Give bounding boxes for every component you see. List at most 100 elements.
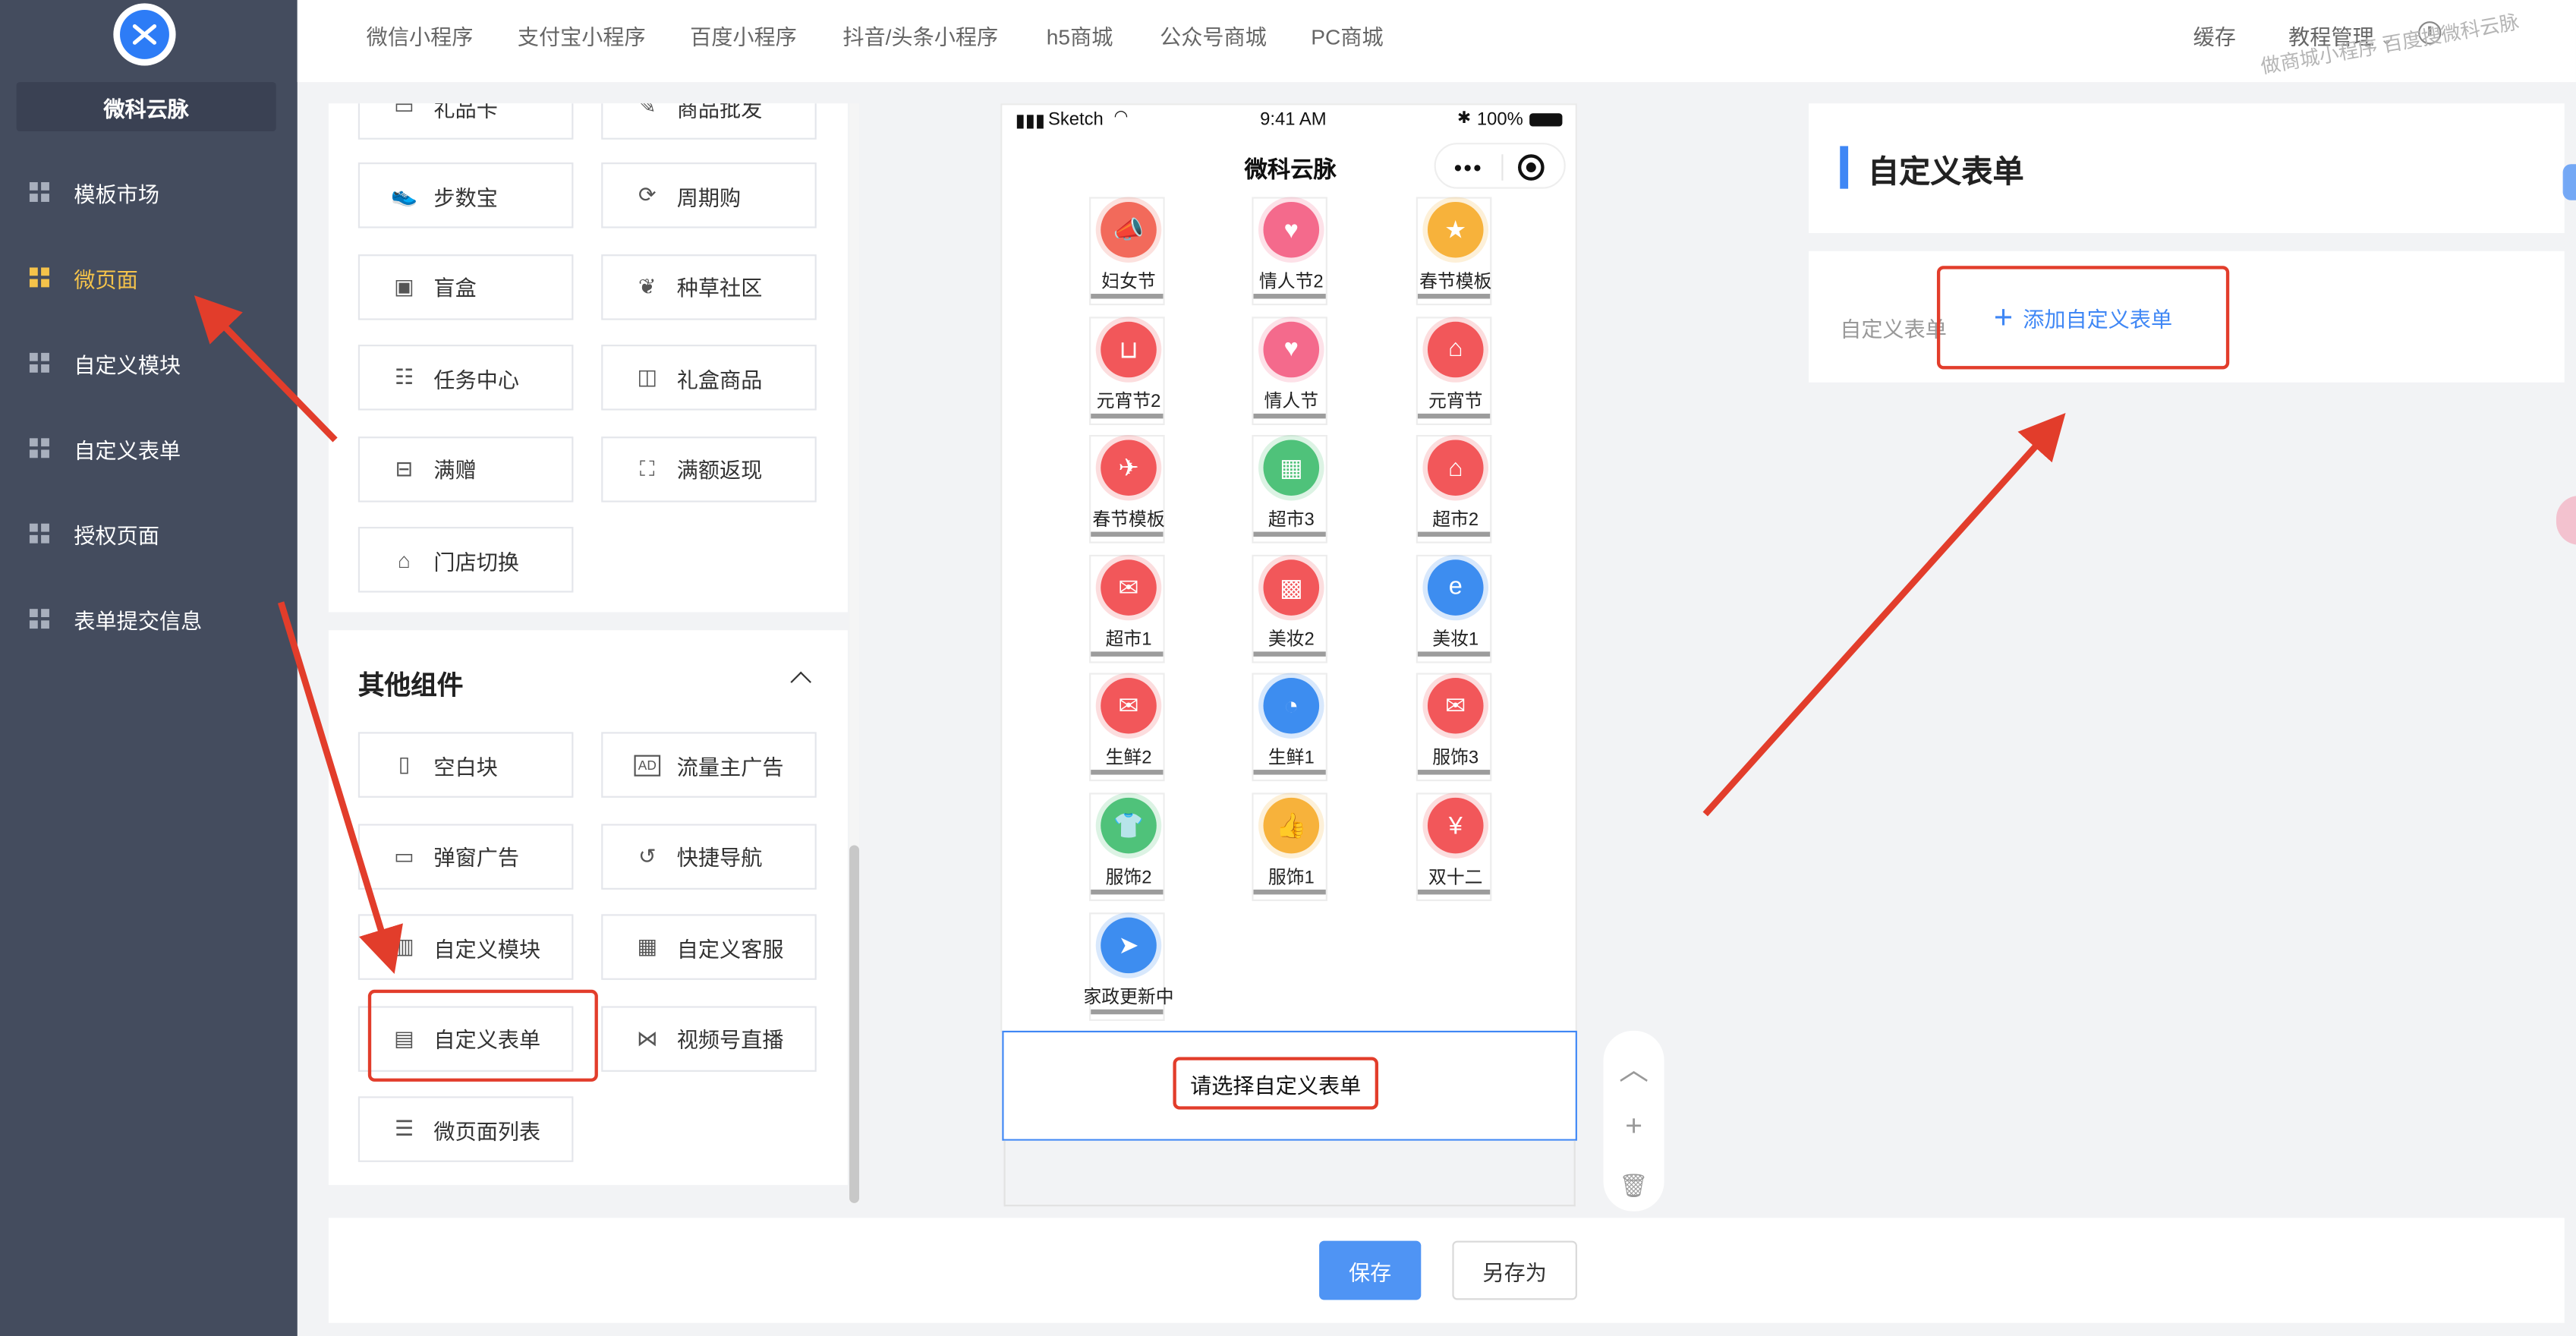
component-label: 礼盒商品: [676, 367, 763, 392]
template-underline: [1091, 531, 1164, 537]
template-card[interactable]: 📣 妇女节: [1089, 197, 1165, 306]
component-panel-other-1[interactable]: AD 流量主广告: [601, 732, 817, 798]
right-edge-float-button[interactable]: [2556, 495, 2576, 545]
template-label: 家政更新中: [1083, 987, 1174, 1007]
add-custom-form-label: 添加自定义表单: [2023, 307, 2173, 332]
component-panel-marketing-0[interactable]: 👟 步数宝: [357, 162, 574, 228]
component-label: 任务中心: [433, 367, 520, 392]
component-panel-other-2[interactable]: ▭ 弹窗广告: [357, 823, 574, 889]
template-card[interactable]: ✉ 生鲜2: [1089, 673, 1165, 783]
template-label: 服饰1: [1268, 868, 1315, 888]
component-panel-marketing-1[interactable]: ⟳ 周期购: [601, 162, 817, 228]
component-panel-marketing-3[interactable]: ❦ 种草社区: [601, 254, 817, 320]
component-label: 盲盒: [433, 276, 477, 301]
template-card[interactable]: ⌂ 超市2: [1416, 435, 1492, 544]
component-panel-other-3[interactable]: ↺ 快捷导航: [601, 823, 817, 889]
redpacket-icon: ¥: [1427, 797, 1484, 854]
template-card[interactable]: 👍 服饰1: [1252, 792, 1327, 902]
component-panel-other-7[interactable]: ⋈ 视频号直播: [601, 1005, 817, 1071]
template-card[interactable]: ♥ 情人节: [1252, 316, 1327, 425]
template-card[interactable]: e 美妆1: [1416, 554, 1492, 663]
close-circle-icon[interactable]: [1517, 154, 1545, 181]
component-panel-marketing-4[interactable]: ☷ 任务中心: [357, 345, 574, 411]
component-panel-partial_row-1[interactable]: ✎ 商品批发: [601, 103, 817, 140]
top-tab-5[interactable]: h5商城: [1047, 20, 1113, 51]
more-icon[interactable]: •••: [1454, 156, 1483, 178]
template-card[interactable]: ¥ 双十二: [1416, 792, 1492, 902]
top-tab-4[interactable]: 抖音/头条小程序: [842, 20, 998, 51]
train-icon: ▦: [1263, 440, 1320, 496]
component-icon: ⋈: [636, 1025, 658, 1050]
component-panel-partial_row-0[interactable]: ▭ 礼品卡: [357, 103, 574, 140]
top-tab-2[interactable]: 支付宝小程序: [518, 20, 646, 51]
component-panel-marketing-7[interactable]: ⛶ 满额返现: [601, 436, 817, 502]
template-card[interactable]: ⊔ 元宵节2: [1089, 316, 1165, 425]
component-label: 门店切换: [433, 549, 520, 574]
save-button[interactable]: 保存: [1319, 1240, 1422, 1300]
star-icon: ★: [1427, 201, 1484, 258]
add-custom-form-button[interactable]: + 添加自定义表单: [1936, 266, 2230, 370]
scrollbar-thumb[interactable]: [849, 845, 860, 1203]
template-card[interactable]: ▦ 超市3: [1252, 435, 1327, 544]
sidebar-item-1[interactable]: 模板市场: [29, 174, 159, 210]
choose-custom-form-button[interactable]: 请选择自定义表单: [1173, 1057, 1379, 1110]
grid-icon: [29, 609, 49, 629]
mini-program-capsule[interactable]: •••: [1434, 143, 1566, 189]
top-tab-6[interactable]: 公众号商城: [1160, 20, 1267, 51]
template-card[interactable]: ✈ 春节模板: [1089, 435, 1165, 544]
template-card[interactable]: ▩ 美妆2: [1252, 554, 1327, 663]
template-card[interactable]: ★ 春节模板: [1416, 197, 1492, 306]
sidebar-item-2[interactable]: 微页面: [29, 260, 138, 296]
template-card[interactable]: 👕 服饰2: [1089, 792, 1165, 902]
cache-link[interactable]: 缓存: [2193, 20, 2236, 51]
component-panel-other-0[interactable]: ▯ 空白块: [357, 732, 574, 798]
send-icon: ➤: [1101, 916, 1157, 973]
component-icon: ⟳: [638, 182, 657, 207]
top-tab-3[interactable]: 百度小程序: [690, 20, 797, 51]
sidebar-item-3[interactable]: 自定义模块: [29, 345, 181, 381]
sidebar-item-label: 自定义模块: [74, 351, 181, 377]
template-underline: [1417, 651, 1491, 657]
sidebar-item-6[interactable]: 表单提交信息: [29, 600, 202, 637]
template-label: 情人节: [1264, 391, 1319, 411]
component-icon: AD: [634, 754, 661, 776]
pin-icon: ✈: [1101, 440, 1157, 496]
template-card[interactable]: ♥ 情人节2: [1252, 197, 1327, 306]
template-underline: [1253, 651, 1326, 657]
plus-icon: +: [1993, 299, 2014, 336]
template-card[interactable]: ✉ 服饰3: [1416, 673, 1492, 783]
component-panel-marketing-6[interactable]: ⊟ 满赠: [357, 436, 574, 502]
time-label: 9:41 AM: [1260, 109, 1327, 130]
move-up-icon[interactable]: ︿: [1604, 1047, 1664, 1089]
heart-icon: ♥: [1263, 320, 1320, 377]
component-panel-other-5[interactable]: ▦ 自定义客服: [601, 914, 817, 980]
template-card[interactable]: ◔ 生鲜1: [1252, 673, 1327, 783]
template-card[interactable]: ✉ 超市1: [1089, 554, 1165, 663]
template-card[interactable]: ➤ 家政更新中: [1083, 912, 1174, 1021]
component-panel-marketing-8[interactable]: ⌂ 门店切换: [357, 527, 574, 593]
delete-icon[interactable]: 🗑: [1604, 1172, 1664, 1200]
template-card[interactable]: ⌂ 元宵节: [1416, 316, 1492, 425]
save-as-button[interactable]: 另存为: [1452, 1240, 1577, 1300]
settings-header: 自定义表单: [1809, 103, 2565, 234]
component-panel-marketing-2[interactable]: ▣ 盲盒: [357, 254, 574, 320]
sidebar-item-4[interactable]: 自定义表单: [29, 430, 181, 466]
top-tab-1[interactable]: 微信小程序: [367, 20, 474, 51]
template-label: 美妆1: [1432, 629, 1479, 650]
sidebar-item-5[interactable]: 授权页面: [29, 515, 159, 552]
component-panel-marketing-5[interactable]: ◫ 礼盒商品: [601, 345, 817, 411]
section-title: 其他组件: [357, 673, 464, 701]
component-panel-other-8[interactable]: ☰ 微页面列表: [357, 1096, 574, 1162]
template-label: 服饰3: [1432, 748, 1479, 769]
add-icon[interactable]: +: [1604, 1110, 1664, 1144]
component-panel-other-4[interactable]: ▥ 自定义模块: [357, 914, 574, 980]
basket-icon: ⌂: [1427, 320, 1484, 377]
template-underline: [1091, 294, 1164, 299]
top-tab-7[interactable]: PC商城: [1311, 20, 1383, 51]
grid-icon: [29, 438, 49, 458]
chevron-up-icon[interactable]: [790, 671, 811, 693]
thumb-icon: 👍: [1263, 797, 1320, 854]
grid-icon: [29, 352, 49, 373]
envelope-icon: ✉: [1101, 559, 1157, 616]
right-edge-handle[interactable]: [2562, 164, 2576, 200]
